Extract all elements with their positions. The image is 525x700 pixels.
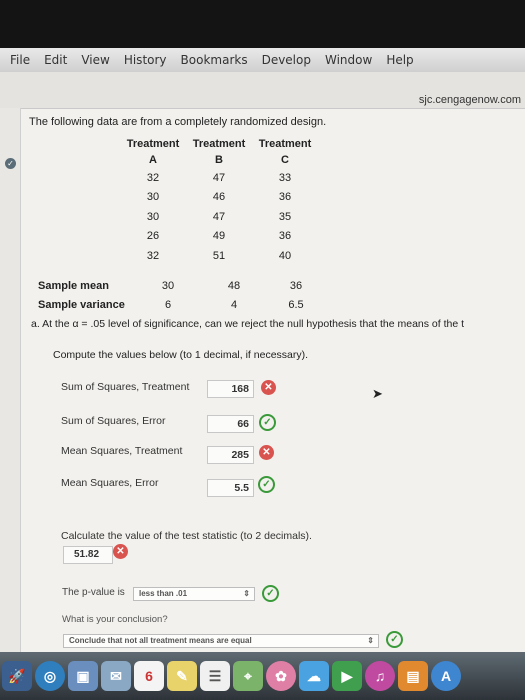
correct-icon: ✓: [386, 631, 403, 648]
conclusion-label: What is your conclusion?: [62, 614, 168, 625]
menu-window[interactable]: Window: [318, 53, 379, 67]
table-cell: 36: [278, 230, 292, 243]
table-cell: 51: [212, 249, 226, 262]
pvalue-label: The p-value is: [62, 587, 125, 598]
data-table: Treatment Treatment Treatment A B C 32 4…: [120, 136, 318, 266]
table-cell: 49: [212, 230, 226, 243]
left-sidebar: ✓: [0, 108, 21, 652]
table-row: 30 47 35: [120, 207, 318, 227]
preview-icon[interactable]: ▣: [68, 661, 98, 691]
sample-variance-c: 6.5: [288, 299, 304, 311]
table-cell: 35: [278, 210, 292, 223]
dropdown-arrow-icon: ⇕: [367, 636, 374, 645]
sample-variance-b: 4: [230, 299, 238, 311]
table-cell: 32: [146, 171, 160, 184]
menu-view[interactable]: View: [74, 53, 116, 67]
ss-treatment-label: Sum of Squares, Treatment: [61, 381, 190, 393]
table-row: 26 49 36: [120, 227, 318, 247]
table-cell: 32: [146, 249, 160, 262]
table-row: 30 46 36: [120, 188, 318, 208]
calendar-day: 6: [145, 668, 153, 684]
url-bar[interactable]: sjc.cengagenow.com: [0, 72, 525, 109]
correct-icon: ✓: [258, 476, 275, 493]
incorrect-icon: ✕: [113, 544, 128, 559]
sample-mean-b: 48: [227, 280, 241, 292]
incorrect-icon: ✕: [259, 445, 274, 460]
dock: 🚀 ◎ ▣ ✉ 6 ✎ ☰ ⌖ ✿ ☁ ▶ ♫ ▤ A: [0, 652, 525, 700]
menu-bar: File Edit View History Bookmarks Develop…: [0, 48, 525, 72]
messages-icon[interactable]: ☁: [299, 661, 329, 691]
table-cell: 47: [212, 210, 226, 223]
treatment-header: Treatment: [126, 138, 180, 150]
menu-help[interactable]: Help: [379, 53, 420, 67]
pvalue-selected: less than .01: [139, 589, 188, 598]
instruction-text: Compute the values below (to 1 decimal, …: [53, 349, 309, 361]
sample-variance-a: 6: [164, 299, 172, 311]
conclusion-selected: Conclude that not all treatment means ar…: [69, 636, 252, 645]
itunes-icon[interactable]: ♫: [365, 661, 395, 691]
correct-icon: ✓: [259, 414, 276, 431]
table-row: 32 51 40: [120, 246, 318, 266]
mouse-cursor-icon: ➤: [372, 386, 383, 401]
notes-icon[interactable]: ✎: [167, 661, 197, 691]
url-text[interactable]: sjc.cengagenow.com: [419, 94, 521, 106]
table-cell: 30: [146, 191, 160, 204]
sample-mean-c: 36: [289, 280, 303, 292]
incorrect-icon: ✕: [261, 380, 276, 395]
group-label-b: B: [215, 154, 223, 166]
ms-treatment-input[interactable]: 285: [207, 446, 254, 464]
mail-icon[interactable]: ✉: [101, 661, 131, 691]
ms-treatment-label: Mean Squares, Treatment: [61, 445, 183, 457]
table-cell: 36: [278, 191, 292, 204]
menu-history[interactable]: History: [117, 53, 174, 67]
table-cell: 33: [278, 171, 292, 184]
table-cell: 40: [278, 249, 292, 262]
reminders-icon[interactable]: ☰: [200, 661, 230, 691]
ibooks-icon[interactable]: ▤: [398, 661, 428, 691]
menu-bookmarks[interactable]: Bookmarks: [174, 53, 255, 67]
treatment-header: Treatment: [258, 138, 312, 150]
browser-window: sjc.cengagenow.com ✓ The following data …: [0, 72, 525, 652]
ss-treatment-input[interactable]: 168: [207, 380, 254, 398]
treatment-header: Treatment: [192, 138, 246, 150]
calendar-icon[interactable]: 6: [134, 661, 164, 691]
app-store-icon[interactable]: A: [431, 661, 461, 691]
maps-icon[interactable]: ⌖: [233, 661, 263, 691]
table-cell: 46: [212, 191, 226, 204]
question-status-icon: ✓: [5, 158, 16, 169]
safari-icon[interactable]: ◎: [35, 661, 65, 691]
table-row: 32 47 33: [120, 168, 318, 188]
sample-variance-label: Sample variance: [38, 299, 125, 311]
conclusion-select[interactable]: Conclude that not all treatment means ar…: [63, 634, 379, 648]
sample-mean-a: 30: [161, 280, 175, 292]
ss-error-label: Sum of Squares, Error: [61, 415, 166, 427]
menu-develop[interactable]: Develop: [255, 53, 318, 67]
problem-intro: The following data are from a completely…: [29, 116, 327, 128]
ms-error-input[interactable]: 5.5: [207, 479, 254, 497]
table-cell: 26: [146, 230, 160, 243]
menu-edit[interactable]: Edit: [37, 53, 74, 67]
table-cell: 47: [212, 171, 226, 184]
dropdown-arrow-icon: ⇕: [243, 589, 250, 598]
test-statistic-label: Calculate the value of the test statisti…: [61, 530, 312, 542]
pvalue-select[interactable]: less than .01 ⇕: [133, 587, 255, 601]
menu-file[interactable]: File: [0, 53, 37, 67]
launchpad-icon[interactable]: 🚀: [2, 661, 32, 691]
group-label-a: A: [149, 154, 157, 166]
ms-error-label: Mean Squares, Error: [61, 477, 159, 489]
table-cell: 30: [146, 210, 160, 223]
sample-mean-label: Sample mean: [38, 280, 109, 292]
test-statistic-input[interactable]: 51.82: [63, 546, 113, 564]
facetime-icon[interactable]: ▶: [332, 661, 362, 691]
ss-error-input[interactable]: 66: [207, 415, 254, 433]
photos-icon[interactable]: ✿: [266, 661, 296, 691]
group-label-c: C: [281, 154, 289, 166]
question-text: a. At the α = .05 level of significance,…: [31, 318, 465, 330]
correct-icon: ✓: [262, 585, 279, 602]
